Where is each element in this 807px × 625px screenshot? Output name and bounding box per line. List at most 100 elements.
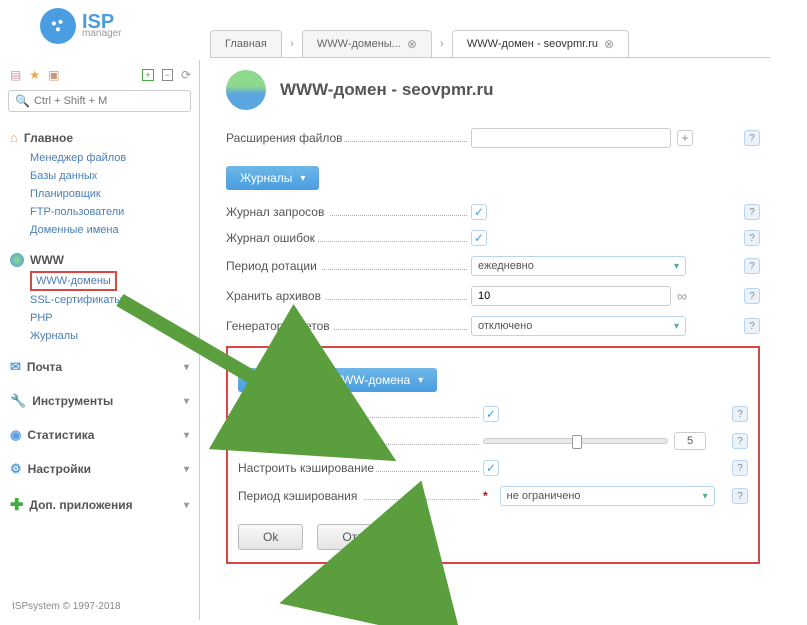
nav-item-databases[interactable]: Базы данных xyxy=(30,167,191,185)
select-cache-period[interactable]: не ограничено▾ xyxy=(500,486,715,506)
section-header-optimization[interactable]: Оптимизация WWW-домена▾ xyxy=(238,368,437,392)
label-error-log: Журнал ошибок xyxy=(226,231,471,245)
logo-icon xyxy=(40,8,76,44)
select-value: ежедневно xyxy=(478,260,534,272)
nav-header-tools[interactable]: 🔧Инструменты▾ xyxy=(8,389,191,413)
chevron-down-icon: ▾ xyxy=(184,396,189,407)
copyright: ISPsystem © 1997-2018 xyxy=(12,601,121,612)
label-rotation: Период ротации xyxy=(226,259,471,273)
nav-item-ftp-users[interactable]: FTP-пользователи xyxy=(30,203,191,221)
tab-bar: Главная › WWW-домены...⊗ › WWW-домен - s… xyxy=(210,30,770,58)
help-icon[interactable]: ? xyxy=(732,433,748,449)
nav-item-php[interactable]: PHP xyxy=(30,309,191,327)
button-row: Ok Отмена xyxy=(238,524,748,550)
logo-text: ISP manager xyxy=(82,14,121,38)
label-archives: Хранить архивов xyxy=(226,289,471,303)
chevron-down-icon: ▾ xyxy=(184,500,189,511)
required-icon: * xyxy=(483,489,488,503)
expand-icon[interactable]: + xyxy=(142,69,153,81)
add-button[interactable]: + xyxy=(677,130,693,146)
help-icon[interactable]: ? xyxy=(732,406,748,422)
refresh-icon[interactable]: ⟳ xyxy=(181,68,191,82)
close-icon[interactable]: ⊗ xyxy=(604,37,614,51)
row-request-log: Журнал запросов ✓? xyxy=(226,204,760,220)
chevron-down-icon: ▾ xyxy=(184,362,189,373)
globe-icon xyxy=(10,253,24,267)
nav-item-scheduler[interactable]: Планировщик xyxy=(30,185,191,203)
help-icon[interactable]: ? xyxy=(744,230,760,246)
section-header-journals[interactable]: Журналы ▾ xyxy=(226,166,319,190)
close-icon[interactable]: ⊗ xyxy=(407,37,417,51)
nav-header-stats[interactable]: ◉Статистика▾ xyxy=(8,423,191,447)
search-icon: 🔍 xyxy=(15,94,30,108)
label-reports: Генератор отчетов xyxy=(226,319,471,333)
help-icon[interactable]: ? xyxy=(744,204,760,220)
nav-header-settings[interactable]: ⚙Настройки▾ xyxy=(8,457,191,481)
nav-item-ssl[interactable]: SSL-сертификаты xyxy=(30,291,191,309)
label-cache: Настроить кэширование xyxy=(238,461,483,475)
help-icon[interactable]: ? xyxy=(744,288,760,304)
nav-item-www-domains[interactable]: WWW-домены xyxy=(30,271,117,291)
section-header-label: Оптимизация WWW-домена xyxy=(252,373,410,387)
search-input[interactable] xyxy=(34,95,184,107)
nav-section-www: WWW WWW-домены SSL-сертификаты PHP Журна… xyxy=(8,249,191,345)
tab-www-domain-edit[interactable]: WWW-домен - seovpmr.ru⊗ xyxy=(452,30,629,57)
help-icon[interactable]: ? xyxy=(732,460,748,476)
row-cache-period: Период кэширования * не ограничено▾? xyxy=(238,486,748,506)
label-request-log: Журнал запросов xyxy=(226,205,471,219)
nav-item-file-manager[interactable]: Менеджер файлов xyxy=(30,149,191,167)
row-reports: Генератор отчетов отключено▾? xyxy=(226,316,760,336)
chevron-down-icon: ▾ xyxy=(674,261,679,272)
row-error-log: Журнал ошибок ✓? xyxy=(226,230,760,246)
help-icon[interactable]: ? xyxy=(732,488,748,504)
star-icon[interactable]: ★ xyxy=(29,68,40,82)
section-header-label: Журналы xyxy=(240,171,292,185)
label-cache-period: Период кэширования xyxy=(238,489,483,503)
nav-header-www[interactable]: WWW xyxy=(8,249,191,271)
plus-icon: ✚ xyxy=(10,495,23,515)
help-icon[interactable]: ? xyxy=(744,318,760,334)
help-icon[interactable]: ? xyxy=(744,130,760,146)
list-icon[interactable]: ▤ xyxy=(10,68,21,82)
tab-www-domains[interactable]: WWW-домены... ⊗ xyxy=(302,30,432,57)
select-rotation[interactable]: ежедневно ▾ xyxy=(471,256,686,276)
sidebar-toolbar: ▤ ★ ▣ + − ⟳ xyxy=(8,68,191,82)
slider-thumb[interactable] xyxy=(572,435,582,449)
help-icon[interactable]: ? xyxy=(744,258,760,274)
select-reports[interactable]: отключено▾ xyxy=(471,316,686,336)
collapse-icon[interactable]: − xyxy=(162,69,173,81)
checkbox-error-log[interactable]: ✓ xyxy=(471,230,487,246)
mail-icon: ✉ xyxy=(10,359,21,375)
checkbox-compress[interactable]: ✓ xyxy=(483,406,499,422)
tab-main[interactable]: Главная xyxy=(210,30,282,57)
input-archives[interactable] xyxy=(471,286,671,306)
cancel-button[interactable]: Отмена xyxy=(317,524,410,550)
nav-item-domain-names[interactable]: Доменные имена xyxy=(30,221,191,239)
chevron-down-icon: ▾ xyxy=(300,173,305,184)
slider-compress-level[interactable]: 5 xyxy=(483,432,706,450)
row-archives: Хранить архивов ∞? xyxy=(226,286,760,306)
label-file-ext: Расширения файлов xyxy=(226,131,471,145)
label-compress-level: Уровень сжатия xyxy=(238,434,483,448)
ok-button[interactable]: Ok xyxy=(238,524,303,550)
nav-header-main[interactable]: ⌂Главное xyxy=(8,126,191,149)
nav-header-mail[interactable]: ✉Почта▾ xyxy=(8,355,191,379)
input-file-ext[interactable] xyxy=(471,128,671,148)
briefcase-icon[interactable]: ▣ xyxy=(48,68,59,82)
row-cache: Настроить кэширование ✓? xyxy=(238,460,748,476)
tab-label: WWW-домены... xyxy=(317,38,401,50)
tab-label: Главная xyxy=(225,38,267,50)
main-content: WWW-домен - seovpmr.ru Расширения файлов… xyxy=(208,60,778,574)
checkbox-request-log[interactable]: ✓ xyxy=(471,204,487,220)
checkbox-cache[interactable]: ✓ xyxy=(483,460,499,476)
chevron-down-icon: ▾ xyxy=(674,321,679,332)
optimization-section: Оптимизация WWW-домена▾ Настроить сжатие… xyxy=(226,346,760,564)
nav-header-label: Статистика xyxy=(27,428,94,442)
search-box[interactable]: 🔍 xyxy=(8,90,191,112)
nav-header-addons[interactable]: ✚Доп. приложения▾ xyxy=(8,491,191,519)
infinity-icon[interactable]: ∞ xyxy=(677,288,687,304)
chevron-down-icon: ▾ xyxy=(703,491,708,502)
row-compress: Настроить сжатие ✓? xyxy=(238,406,748,422)
nav-item-logs[interactable]: Журналы xyxy=(30,327,191,345)
nav-header-label: Инструменты xyxy=(32,394,113,408)
